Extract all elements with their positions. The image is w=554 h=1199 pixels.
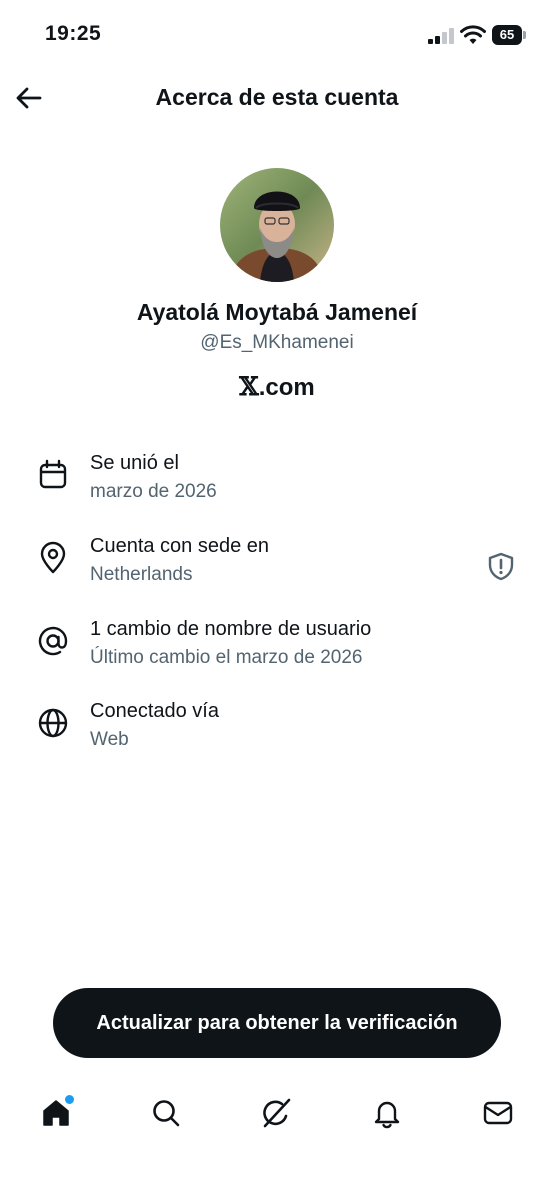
status-time: 19:25 — [45, 22, 102, 45]
battery-level: 65 — [492, 25, 522, 45]
page-title: Acerca de esta cuenta — [155, 84, 399, 110]
nav-home[interactable] — [38, 1093, 76, 1131]
bottom-nav — [0, 1085, 554, 1145]
info-row-joined: Se unió el marzo de 2026 — [0, 452, 554, 522]
bell-icon — [374, 1101, 400, 1129]
nav-search[interactable] — [148, 1095, 184, 1131]
info-row-location: Cuenta con sede en Netherlands — [0, 535, 554, 605]
info-subtitle: Web — [90, 729, 129, 750]
info-title: Se unió el — [90, 452, 179, 474]
platform-domain-text: .com — [258, 374, 315, 401]
wifi-icon — [460, 25, 486, 44]
shield-icon[interactable] — [486, 551, 516, 581]
battery-icon: 65 — [492, 25, 528, 45]
info-title: Cuenta con sede en — [90, 535, 270, 557]
cellular-signal-icon — [428, 28, 454, 44]
info-row-username-changes: 1 cambio de nombre de usuario Último cam… — [0, 618, 554, 688]
at-sign-icon — [38, 626, 68, 656]
avatar — [220, 168, 334, 282]
user-handle: @Es_MKhamenei — [200, 332, 354, 353]
get-verified-button[interactable]: Actualizar para obtener la verificación — [53, 988, 501, 1058]
info-subtitle: marzo de 2026 — [90, 481, 217, 502]
platform-domain: 𝕏.com — [0, 372, 554, 402]
info-subtitle: Último cambio el marzo de 2026 — [90, 647, 363, 668]
globe-icon — [38, 708, 68, 738]
info-row-connected-via: Conectado vía Web — [0, 700, 554, 770]
mail-icon — [483, 1101, 513, 1125]
status-bar: 19:25 65 — [0, 0, 554, 70]
nav-grok[interactable] — [259, 1095, 295, 1131]
location-pin-icon — [40, 541, 66, 574]
display-name: Ayatolá Moytabá Jameneí — [136, 299, 418, 325]
notification-dot — [63, 1093, 76, 1106]
info-title: 1 cambio de nombre de usuario — [90, 618, 372, 640]
x-logo-icon: 𝕏 — [239, 372, 259, 401]
info-subtitle: Netherlands — [90, 564, 193, 585]
calendar-icon — [39, 459, 67, 489]
search-icon — [153, 1100, 180, 1127]
info-title: Conectado vía — [90, 700, 219, 722]
nav-notifications[interactable] — [369, 1095, 405, 1131]
grok-icon — [263, 1098, 291, 1128]
nav-messages[interactable] — [480, 1095, 516, 1131]
